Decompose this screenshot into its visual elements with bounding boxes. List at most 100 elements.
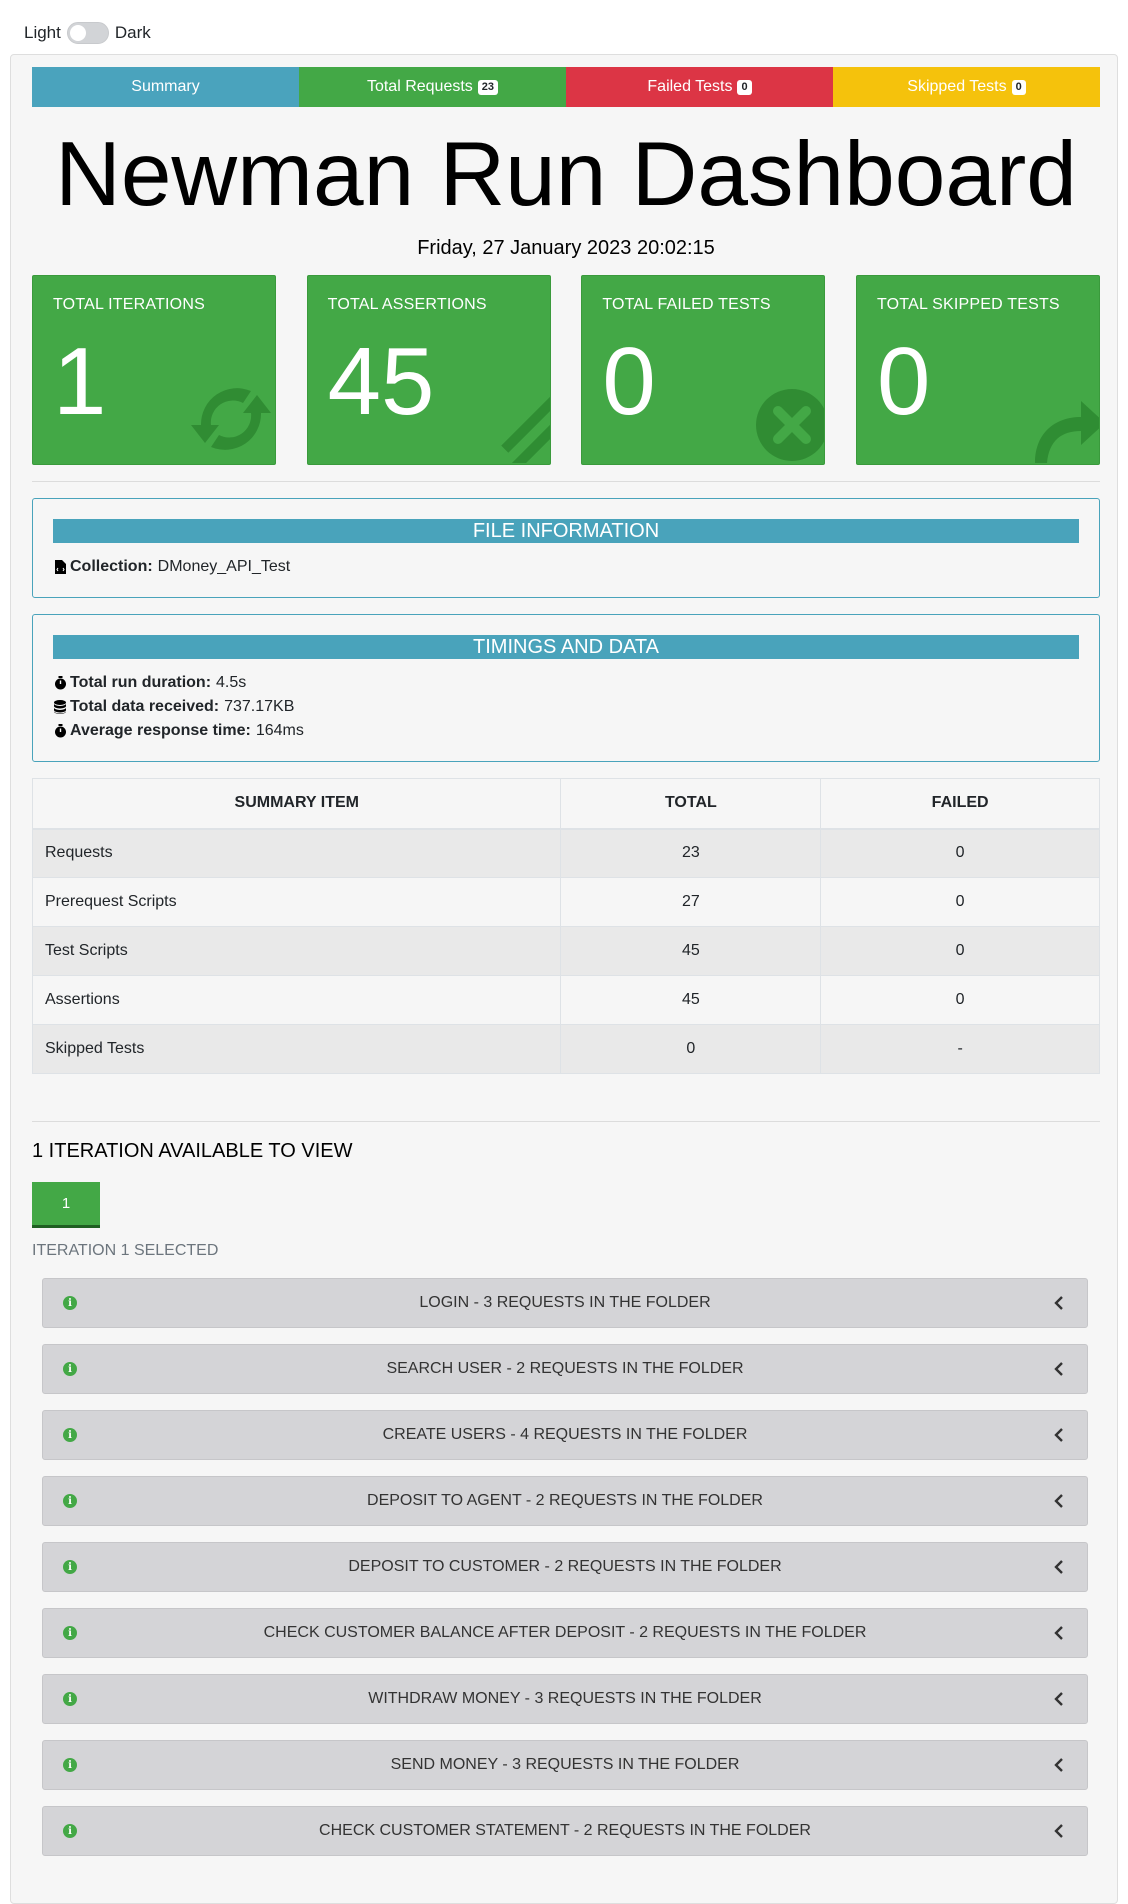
data-received-row: Total data received: 737.17KB	[53, 695, 1079, 719]
chevron-left-icon	[1054, 1626, 1063, 1640]
table-row: Requests 23 0	[31, 828, 1100, 878]
info-icon: i	[63, 1560, 77, 1574]
file-code-icon	[53, 560, 67, 574]
avg-response-row: Average response time: 164ms	[53, 719, 1079, 743]
run-duration-value: 4.5s	[216, 674, 247, 691]
collection-row: Collection: DMoney_API_Test	[53, 555, 1079, 579]
theme-toggle[interactable]: Light Dark	[24, 22, 151, 44]
folder-list: i LOGIN - 3 REQUESTS IN THE FOLDER i SEA…	[32, 1278, 1088, 1856]
avg-response-value: 164ms	[255, 722, 304, 739]
card-value: 1	[53, 328, 107, 435]
table-cell: 0	[820, 877, 1100, 927]
folder-title: DEPOSIT TO CUSTOMER - 2 REQUESTS IN THE …	[348, 1558, 782, 1575]
column-header: TOTAL	[560, 778, 822, 830]
chevron-left-icon	[1054, 1296, 1063, 1310]
divider	[32, 1121, 1100, 1122]
file-information-panel: FILE INFORMATION Collection: DMoney_API_…	[32, 498, 1100, 598]
divider	[32, 481, 1100, 482]
share-arrow-icon	[1025, 383, 1099, 464]
chevron-left-icon	[1054, 1560, 1063, 1574]
info-icon: i	[63, 1758, 77, 1772]
timings-panel: TIMINGS AND DATA Total run duration: 4.5…	[32, 614, 1100, 762]
info-icon: i	[63, 1296, 77, 1310]
chevron-left-icon	[1054, 1692, 1063, 1706]
iteration-1-button[interactable]: 1	[32, 1182, 100, 1228]
switch-knob	[69, 25, 86, 41]
stopwatch-icon	[53, 724, 67, 738]
table-cell: Prerequest Scripts	[31, 877, 562, 927]
tab-skipped-tests-label: Skipped Tests	[907, 78, 1007, 95]
skipped-tests-badge: 0	[1011, 79, 1026, 95]
tab-summary[interactable]: Summary	[32, 67, 299, 107]
folder-check-balance[interactable]: i CHECK CUSTOMER BALANCE AFTER DEPOSIT -…	[42, 1608, 1088, 1658]
card-total-failed-tests: TOTAL FAILED TESTS 0	[581, 275, 826, 465]
table-cell: 0	[820, 975, 1100, 1025]
folder-check-statement[interactable]: i CHECK CUSTOMER STATEMENT - 2 REQUESTS …	[42, 1806, 1088, 1856]
chevron-left-icon	[1054, 1494, 1063, 1508]
tab-total-requests[interactable]: Total Requests 23	[299, 67, 566, 107]
folder-title: LOGIN - 3 REQUESTS IN THE FOLDER	[419, 1294, 711, 1311]
iterations-heading: 1 ITERATION AVAILABLE TO VIEW	[32, 1140, 353, 1162]
avg-response-label: Average response time:	[70, 722, 251, 739]
chevron-left-icon	[1054, 1362, 1063, 1376]
folder-title: SEARCH USER - 2 REQUESTS IN THE FOLDER	[386, 1360, 744, 1377]
nav-tabs: Summary Total Requests 23 Failed Tests 0…	[32, 67, 1100, 107]
column-header: SUMMARY ITEM	[31, 778, 562, 830]
card-value: 45	[327, 328, 435, 435]
table-row: Test Scripts 45 0	[31, 926, 1100, 976]
folder-create-users[interactable]: i CREATE USERS - 4 REQUESTS IN THE FOLDE…	[42, 1410, 1088, 1460]
failed-tests-badge: 0	[737, 79, 752, 95]
card-total-iterations: TOTAL ITERATIONS 1	[32, 275, 276, 465]
table-cell: -	[820, 1024, 1100, 1074]
folder-send-money[interactable]: i SEND MONEY - 3 REQUESTS IN THE FOLDER	[42, 1740, 1088, 1790]
card-value: 0	[876, 328, 931, 435]
timings-heading: TIMINGS AND DATA	[53, 635, 1079, 659]
card-label: TOTAL FAILED TESTS	[602, 296, 771, 313]
folder-withdraw-money[interactable]: i WITHDRAW MONEY - 3 REQUESTS IN THE FOL…	[42, 1674, 1088, 1724]
info-icon: i	[63, 1626, 77, 1640]
folder-deposit-to-agent[interactable]: i DEPOSIT TO AGENT - 2 REQUESTS IN THE F…	[42, 1476, 1088, 1526]
database-icon	[53, 700, 67, 714]
table-cell: Requests	[31, 828, 562, 878]
table-cell: 27	[560, 877, 822, 927]
table-cell: 23	[560, 828, 822, 878]
run-date: Friday, 27 January 2023 20:02:15	[417, 237, 715, 259]
tab-skipped-tests[interactable]: Skipped Tests 0	[833, 67, 1100, 107]
column-header: FAILED	[820, 778, 1100, 830]
chevron-left-icon	[1054, 1758, 1063, 1772]
card-label: TOTAL SKIPPED TESTS	[876, 296, 1060, 313]
table-row: Assertions 45 0	[31, 975, 1100, 1025]
iteration-selected-label: ITERATION 1 SELECTED	[32, 1242, 219, 1259]
summary-table: SUMMARY ITEM TOTAL FAILED Requests 23 0 …	[31, 778, 1100, 1074]
table-cell: 0	[560, 1024, 822, 1074]
folder-search-user[interactable]: i SEARCH USER - 2 REQUESTS IN THE FOLDER	[42, 1344, 1088, 1394]
table-cell: Test Scripts	[31, 926, 562, 976]
sync-icon	[181, 373, 275, 464]
collection-value: DMoney_API_Test	[157, 558, 291, 575]
table-cell: 0	[820, 828, 1100, 878]
times-circle-icon	[750, 383, 825, 464]
stat-cards: TOTAL ITERATIONS 1 TOTAL ASSERTIONS 45 T…	[32, 275, 1100, 465]
folder-login[interactable]: i LOGIN - 3 REQUESTS IN THE FOLDER	[42, 1278, 1088, 1328]
theme-switch[interactable]	[66, 22, 109, 44]
card-label: TOTAL ITERATIONS	[53, 296, 205, 313]
table-row: Prerequest Scripts 27 0	[31, 877, 1100, 927]
table-cell: 0	[820, 926, 1100, 976]
info-icon: i	[63, 1362, 77, 1376]
pencil-ruler-icon	[486, 383, 550, 464]
info-icon: i	[63, 1428, 77, 1442]
folder-title: CHECK CUSTOMER STATEMENT - 2 REQUESTS IN…	[319, 1822, 811, 1839]
info-icon: i	[63, 1692, 77, 1706]
collection-label: Collection:	[70, 558, 153, 575]
chevron-left-icon	[1054, 1428, 1063, 1442]
card-total-assertions: TOTAL ASSERTIONS 45	[306, 275, 551, 465]
tab-failed-tests[interactable]: Failed Tests 0	[566, 67, 833, 107]
folder-deposit-to-customer[interactable]: i DEPOSIT TO CUSTOMER - 2 REQUESTS IN TH…	[42, 1542, 1088, 1592]
table-cell: 45	[560, 975, 822, 1025]
folder-title: DEPOSIT TO AGENT - 2 REQUESTS IN THE FOL…	[367, 1492, 763, 1509]
data-received-value: 737.17KB	[224, 698, 295, 715]
info-icon: i	[63, 1494, 77, 1508]
file-information-heading: FILE INFORMATION	[53, 519, 1079, 543]
light-label: Light	[24, 23, 61, 42]
card-label: TOTAL ASSERTIONS	[327, 296, 487, 313]
